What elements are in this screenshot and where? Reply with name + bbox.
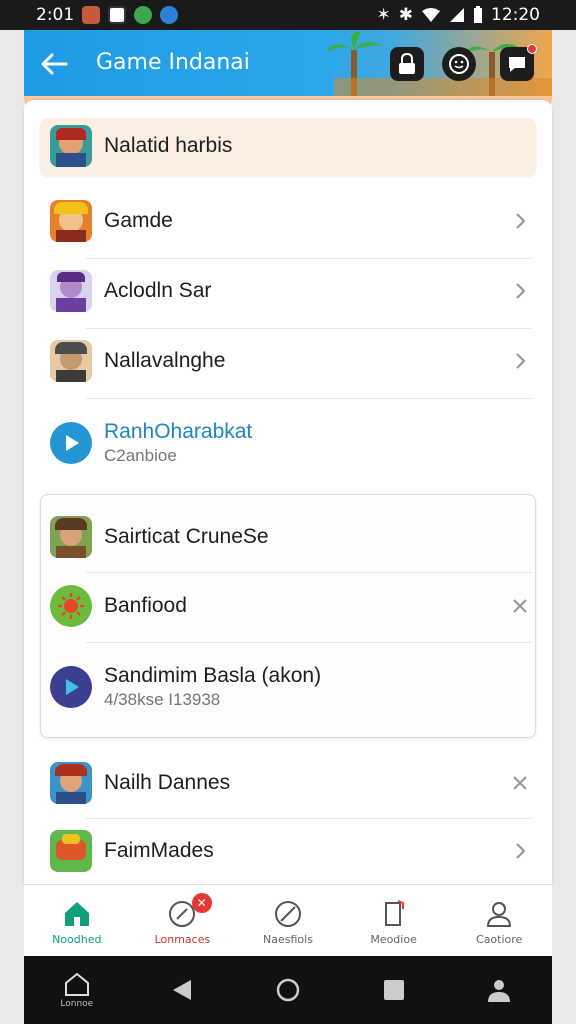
wifi-icon xyxy=(422,8,440,22)
nav-label: Noodhed xyxy=(52,933,102,946)
nav-label: Caotiore xyxy=(476,933,523,946)
list-item[interactable]: Sandimim Basla (akon) 4/38kse I13938 xyxy=(50,664,530,710)
game-avatar-icon xyxy=(50,125,92,167)
system-navigation-bar: Lonnoe xyxy=(24,956,552,1024)
chevron-right-icon xyxy=(516,353,526,369)
emoji-button[interactable] xyxy=(442,47,476,81)
home-outline-icon xyxy=(64,972,89,996)
list-item-label: Nalatid harbis xyxy=(104,134,233,157)
list-item[interactable]: Banfiood xyxy=(50,585,530,627)
notification-dot xyxy=(527,44,537,54)
featured-title: RanhOharabkat xyxy=(104,420,253,443)
game-avatar-icon xyxy=(50,516,92,558)
list-item-label: Nailh Dannes xyxy=(104,771,231,794)
divider xyxy=(86,572,532,573)
nav-media[interactable]: Meodioe xyxy=(341,885,447,956)
status-time-right: 12:20 xyxy=(491,5,540,25)
featured-item[interactable]: RanhOharabkat C2anbioe xyxy=(50,420,530,466)
system-home-label: Lonnoe xyxy=(60,999,94,1009)
sun-icon xyxy=(50,585,92,627)
list-item-label: Gamde xyxy=(104,209,173,232)
game-avatar-icon xyxy=(50,762,92,804)
list-item[interactable]: Aclodln Sar xyxy=(50,270,530,312)
nav-explore[interactable]: Naesfiols xyxy=(235,885,341,956)
close-icon[interactable] xyxy=(510,596,530,616)
game-notification-icon xyxy=(134,6,153,24)
square-recents-icon xyxy=(383,980,404,1000)
play-icon xyxy=(50,422,92,464)
game-avatar-icon xyxy=(50,830,92,872)
list-item-subtitle: 4/38kse I13938 xyxy=(104,690,221,709)
divider xyxy=(86,818,532,819)
game-avatar-icon xyxy=(50,200,92,242)
browser-notification-icon xyxy=(160,6,179,24)
document-icon xyxy=(384,900,404,926)
alert-badge-icon: ✕ xyxy=(191,893,212,913)
list-item-highlighted[interactable]: Nalatid harbis xyxy=(50,125,530,167)
left-margin xyxy=(0,30,24,1024)
battery-icon xyxy=(474,6,482,23)
list-item[interactable]: Gamde xyxy=(50,200,530,242)
bottom-navigation: Noodhed ✕ Lonmaces Naesfiols Meodioe Cao… xyxy=(24,884,552,956)
nav-label: Naesfiols xyxy=(263,933,313,946)
person-icon xyxy=(487,902,512,927)
system-recents-button[interactable] xyxy=(341,978,447,1002)
list-item[interactable]: Nallavalnghe xyxy=(50,340,530,382)
app-notification-icon xyxy=(82,6,101,24)
bluetooth-icon: ✱ xyxy=(398,5,413,25)
system-home-button[interactable]: Lonnoe xyxy=(24,971,130,1009)
status-bar: 2:01 ✶ ✱ 12:20 xyxy=(0,0,576,30)
vibrate-icon: ✶ xyxy=(376,5,391,25)
user-icon xyxy=(488,980,511,1002)
nav-profile[interactable]: Caotiore xyxy=(446,885,552,956)
nav-label: Meodioe xyxy=(370,933,417,946)
message-notification-icon xyxy=(108,6,127,24)
chevron-right-icon xyxy=(516,213,526,229)
divider xyxy=(86,398,532,399)
system-user-button[interactable] xyxy=(446,977,552,1003)
divider xyxy=(86,258,532,259)
list-item-label: Sandimim Basla (akon) xyxy=(104,664,322,687)
nav-home[interactable]: Noodhed xyxy=(24,885,130,956)
home-icon xyxy=(64,902,89,926)
nav-library[interactable]: ✕ Lonmaces xyxy=(130,885,236,956)
close-icon[interactable] xyxy=(510,773,530,793)
chat-button[interactable] xyxy=(500,44,537,81)
list-item[interactable]: FaimMades xyxy=(50,830,530,872)
content-card: Nalatid harbis Gamde Aclodln Sar Nallava… xyxy=(24,100,552,884)
list-item-label: Nallavalnghe xyxy=(104,349,226,372)
game-avatar-icon xyxy=(50,270,92,312)
back-triangle-icon xyxy=(173,980,192,1000)
lock-icon xyxy=(399,53,415,74)
system-back-button[interactable] xyxy=(130,978,236,1002)
circle-home-icon xyxy=(276,978,300,1002)
smiley-icon xyxy=(449,54,469,74)
list-item-label: Sairticat CruneSe xyxy=(104,525,269,548)
system-overview-button[interactable] xyxy=(235,977,341,1003)
featured-subtitle: C2anbioe xyxy=(104,446,177,465)
play-icon xyxy=(50,666,92,708)
lock-button[interactable] xyxy=(390,47,424,81)
list-item-label: FaimMades xyxy=(104,839,214,862)
divider xyxy=(86,328,532,329)
list-item[interactable]: Sairticat CruneSe xyxy=(50,516,530,558)
right-margin xyxy=(552,30,576,1024)
chevron-right-icon xyxy=(516,283,526,299)
nav-label: Lonmaces xyxy=(154,933,211,946)
status-time-left: 2:01 xyxy=(36,5,75,25)
list-item[interactable]: Nailh Dannes xyxy=(50,762,530,804)
chevron-right-icon xyxy=(516,843,526,859)
list-item-label: Banfiood xyxy=(104,594,187,617)
page-title: Game Indanai xyxy=(96,50,250,75)
divider xyxy=(86,642,532,643)
signal-icon xyxy=(450,8,464,22)
app-bar: Game Indanai xyxy=(24,30,552,100)
list-item-label: Aclodln Sar xyxy=(104,279,212,302)
back-arrow-icon[interactable] xyxy=(38,48,70,80)
chat-bubble-icon xyxy=(509,57,525,72)
block-icon xyxy=(274,901,301,927)
game-avatar-icon xyxy=(50,340,92,382)
